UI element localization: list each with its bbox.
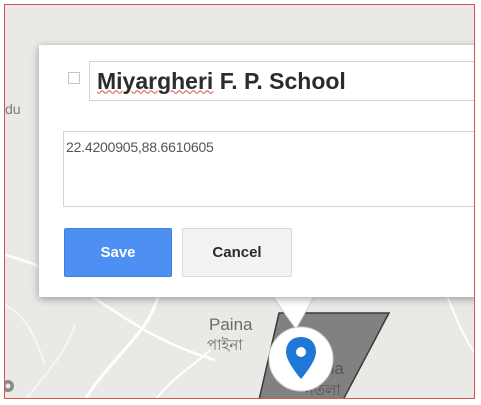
place-title-misspelled: Miyargheri — [97, 67, 214, 94]
map-frame: du Paina পাইনা ntala নতলা Miyargheri F. … — [4, 4, 475, 399]
map-pin-icon — [268, 326, 334, 392]
description-textarea[interactable]: 22.4200905,88.6610605 — [63, 131, 474, 207]
place-title-text: Miyargheri F. P. School — [90, 68, 346, 95]
map-label-du: du — [5, 101, 21, 117]
map-label-paina-bengali: পাইনা — [207, 337, 243, 354]
place-title-input[interactable]: Miyargheri F. P. School — [89, 61, 474, 101]
map-marker[interactable] — [267, 323, 335, 393]
edit-place-dialog: Miyargheri F. P. School 22.4200905,88.66… — [39, 45, 474, 297]
collapse-toggle-icon[interactable] — [68, 72, 80, 84]
map-control-icon[interactable] — [4, 379, 15, 393]
save-button[interactable]: Save — [64, 228, 172, 277]
map-label-paina: Paina — [209, 315, 253, 334]
place-title-rest: F. P. School — [213, 67, 346, 94]
cancel-button[interactable]: Cancel — [182, 228, 292, 277]
